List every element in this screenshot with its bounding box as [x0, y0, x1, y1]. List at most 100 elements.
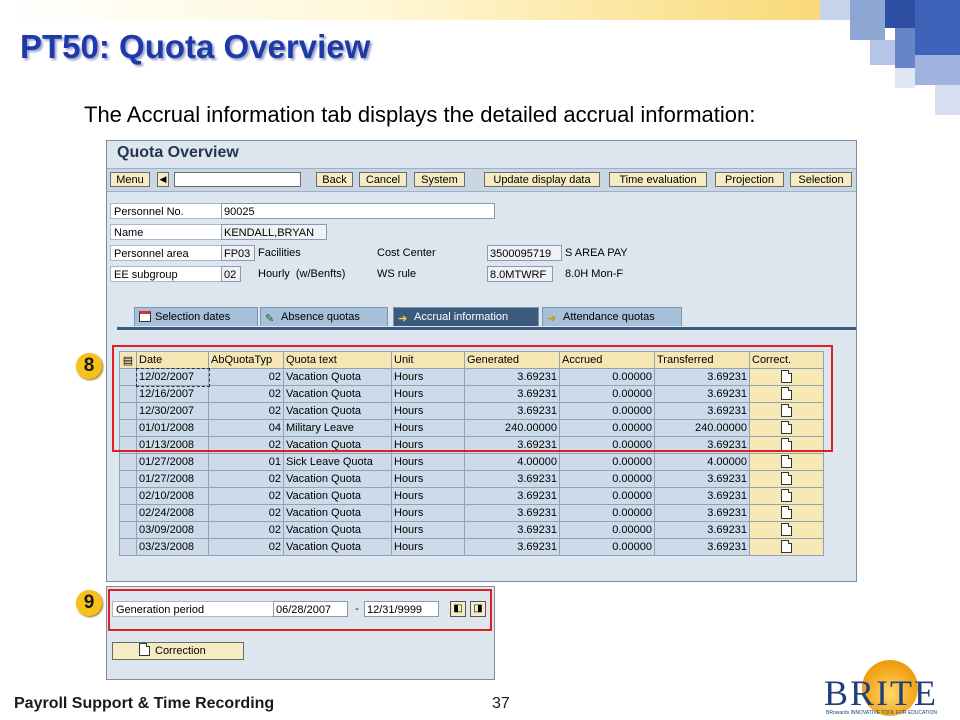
cost-center-text: S AREA PAY	[565, 247, 628, 259]
sap-window-title: Quota Overview	[117, 144, 239, 161]
tab-label: Accrual information	[414, 311, 509, 323]
row-selector[interactable]	[119, 504, 137, 522]
table-row[interactable]: 02/10/2008 02 Vacation Quota Hours 3.69231 0.…	[119, 487, 824, 505]
table-row[interactable]: 02/24/2008 02 Vacation Quota Hours 3.69231 0.…	[119, 504, 824, 522]
cell-abquotatyp: 02	[208, 470, 284, 488]
cell-unit: Hours	[391, 453, 465, 471]
edit-pencil-icon: ✎	[265, 313, 275, 325]
command-field-input[interactable]	[174, 172, 301, 187]
callout-badge-8: 8	[76, 353, 102, 379]
personnel-area-text: Facilities	[258, 247, 301, 259]
correction-document-icon[interactable]	[781, 506, 792, 519]
row-selector[interactable]	[119, 487, 137, 505]
sap-toolbar: Menu ◀ Back Cancel System Update display…	[107, 168, 856, 192]
command-field-toggle-icon[interactable]: ◀	[157, 172, 169, 187]
cell-abquotatyp: 01	[208, 453, 284, 471]
slide-footer: Payroll Support & Time Recording	[14, 695, 275, 712]
cell-abquotatyp: 02	[208, 504, 284, 522]
ws-rule-field: 8.0MTWRF	[487, 266, 553, 282]
correction-document-icon[interactable]	[781, 523, 792, 536]
correction-document-icon[interactable]	[781, 489, 792, 502]
name-field: KENDALL,BRYAN	[221, 224, 327, 240]
row-selector[interactable]	[119, 453, 137, 471]
correction-button-label: Correction	[155, 645, 206, 657]
cell-transferred: 3.69231	[654, 504, 750, 522]
slide-subtitle: The Accrual information tab displays the…	[84, 102, 756, 127]
menu-button[interactable]: Menu	[110, 172, 150, 187]
time-evaluation-button[interactable]: Time evaluation	[609, 172, 707, 187]
cell-unit: Hours	[391, 538, 465, 556]
tab-label: Attendance quotas	[563, 311, 655, 323]
attendance-arrow-icon: ➔	[547, 313, 557, 325]
personnel-no-field[interactable]: 90025	[221, 203, 495, 219]
cell-unit: Hours	[391, 470, 465, 488]
tab-strip: Selection dates ✎ Absence quotas ➔ Accrual…	[117, 305, 856, 330]
cell-accrued: 0.00000	[559, 453, 655, 471]
logo-tagline: BRowards INNOVATIVE TOOL FOR EDUCATION	[826, 710, 938, 716]
cell-accrued: 0.00000	[559, 487, 655, 505]
cell-quota-text: Vacation Quota	[283, 538, 392, 556]
row-selector[interactable]	[119, 538, 137, 556]
correction-document-icon[interactable]	[781, 472, 792, 485]
cell-quota-text: Vacation Quota	[283, 487, 392, 505]
tab-accrual-information[interactable]: ➔ Accrual information	[393, 307, 539, 326]
selection-button[interactable]: Selection	[790, 172, 852, 187]
cell-quota-text: Vacation Quota	[283, 470, 392, 488]
table-row[interactable]: 01/27/2008 01 Sick Leave Quota Hours 4.00000…	[119, 453, 824, 471]
personnel-no-label: Personnel No.	[110, 203, 222, 219]
cell-generated: 3.69231	[464, 521, 560, 539]
tab-attendance-quotas[interactable]: ➔ Attendance quotas	[542, 307, 682, 326]
cancel-button[interactable]: Cancel	[359, 172, 407, 187]
system-button[interactable]: System	[414, 172, 465, 187]
cost-center-field: 3500095719	[487, 245, 562, 261]
cell-unit: Hours	[391, 521, 465, 539]
table-row[interactable]: 01/27/2008 02 Vacation Quota Hours 3.69231 0.…	[119, 470, 824, 488]
correction-document-icon[interactable]	[781, 455, 792, 468]
ee-subgroup-label: EE subgroup	[110, 266, 222, 282]
document-icon	[139, 643, 150, 656]
row-selector[interactable]	[119, 470, 137, 488]
cell-generated: 4.00000	[464, 453, 560, 471]
cell-accrued: 0.00000	[559, 470, 655, 488]
slide-title: PT50: Quota Overview	[20, 28, 371, 65]
cell-date: 03/09/2008	[136, 521, 209, 539]
back-button[interactable]: Back	[316, 172, 353, 187]
cell-date: 02/24/2008	[136, 504, 209, 522]
cell-abquotatyp: 02	[208, 538, 284, 556]
accrual-arrow-icon: ➔	[398, 313, 408, 325]
cell-generated: 3.69231	[464, 470, 560, 488]
update-display-data-button[interactable]: Update display data	[484, 172, 600, 187]
callout-badge-9: 9	[76, 590, 102, 616]
cell-transferred: 3.69231	[654, 487, 750, 505]
page-number: 37	[492, 695, 510, 712]
cell-quota-text: Vacation Quota	[283, 504, 392, 522]
cell-accrued: 0.00000	[559, 504, 655, 522]
correction-button[interactable]: Correction	[112, 642, 244, 660]
ws-rule-label: WS rule	[377, 268, 417, 280]
row-selector[interactable]	[119, 521, 137, 539]
highlight-box-generation-period	[108, 589, 492, 631]
tab-absence-quotas[interactable]: ✎ Absence quotas	[260, 307, 388, 326]
cell-correct[interactable]	[749, 521, 824, 539]
projection-button[interactable]: Projection	[715, 172, 784, 187]
cell-transferred: 3.69231	[654, 470, 750, 488]
cell-abquotatyp: 02	[208, 521, 284, 539]
cell-generated: 3.69231	[464, 538, 560, 556]
cell-generated: 3.69231	[464, 487, 560, 505]
name-label: Name	[110, 224, 222, 240]
cell-correct[interactable]	[749, 504, 824, 522]
cell-correct[interactable]	[749, 487, 824, 505]
table-row[interactable]: 03/09/2008 02 Vacation Quota Hours 3.69231 0.…	[119, 521, 824, 539]
correction-document-icon[interactable]	[781, 540, 792, 553]
personnel-area-label: Personnel area	[110, 245, 222, 261]
table-row[interactable]: 03/23/2008 02 Vacation Quota Hours 3.69231 0.…	[119, 538, 824, 556]
brite-logo: BRITE BRowards INNOVATIVE TOOL FOR EDUCA…	[822, 652, 952, 718]
cell-correct[interactable]	[749, 470, 824, 488]
cell-correct[interactable]	[749, 538, 824, 556]
cost-center-label: Cost Center	[377, 247, 436, 259]
cell-correct[interactable]	[749, 453, 824, 471]
cell-unit: Hours	[391, 504, 465, 522]
tab-selection-dates[interactable]: Selection dates	[134, 307, 258, 326]
cell-generated: 3.69231	[464, 504, 560, 522]
cell-abquotatyp: 02	[208, 487, 284, 505]
